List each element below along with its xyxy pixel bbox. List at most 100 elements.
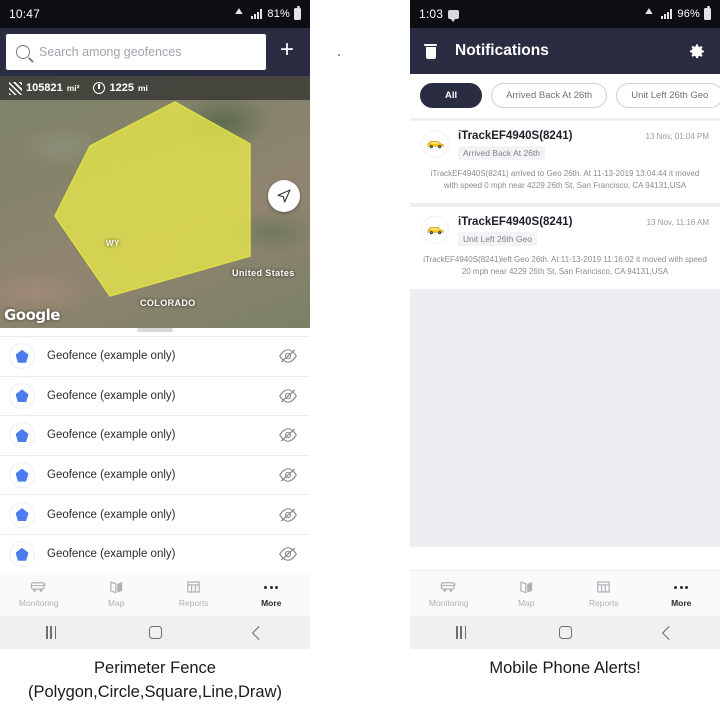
perimeter-stat: 1225 mi (93, 82, 148, 94)
tab-reports[interactable]: Reports (565, 571, 643, 616)
notification-title: iTrackEF4940S(8241) (458, 215, 573, 228)
map-icon (109, 581, 122, 594)
status-time: 10:47 (9, 7, 41, 21)
list-item[interactable]: Geofence (example only) (0, 533, 310, 574)
chip-arrived-back-at-26th[interactable]: Arrived Back At 26th (491, 83, 608, 108)
sheet-drag-handle[interactable] (137, 328, 173, 332)
geofence-list: Geofence (example only) Geofence (exampl… (0, 336, 310, 574)
car-icon (421, 130, 449, 158)
recents-icon[interactable] (46, 626, 57, 639)
battery-percent: 81% (267, 8, 290, 20)
tab-more[interactable]: More (643, 571, 720, 616)
tab-monitoring[interactable]: Monitoring (0, 571, 78, 616)
eye-off-icon[interactable] (279, 428, 297, 443)
tab-label: Map (517, 598, 535, 608)
car-glyph (426, 141, 444, 149)
tab-label: Monitoring (18, 598, 59, 608)
trash-icon[interactable] (424, 43, 437, 59)
navigate-arrow-glyph (277, 189, 291, 203)
signal-icon (661, 9, 673, 19)
car-icon (421, 215, 449, 244)
search-icon (16, 45, 30, 59)
wifi-icon (234, 9, 247, 19)
notification-list: iTrackEF4940S(8241) Arrived Back At 26th… (410, 118, 720, 547)
gear-glyph (690, 43, 704, 58)
status-time: 1:03 (419, 7, 444, 21)
comparison-figure: 10:47 81% Search among geofences + (0, 0, 720, 720)
eye-off-icon[interactable] (279, 507, 297, 522)
tab-reports[interactable]: Reports (155, 571, 233, 616)
map-icon (519, 581, 532, 594)
eye-off-icon[interactable] (279, 547, 297, 562)
right-phone-screenshot: 1:03 96% Notifications All Arrived Back … (410, 0, 720, 649)
geofence-pentagon-icon (9, 541, 35, 568)
area-unit: mi² (66, 83, 80, 93)
left-caption: Perimeter Fence (Polygon,Circle,Square,L… (0, 657, 310, 705)
battery-icon (704, 6, 711, 20)
eye-off-icon[interactable] (279, 349, 297, 364)
list-item[interactable]: Geofence (example only) (0, 375, 310, 416)
list-item[interactable]: Geofence (example only) (0, 415, 310, 455)
chip-all[interactable]: All (420, 83, 483, 108)
home-icon[interactable] (148, 626, 162, 639)
left-status-bar: 10:47 81% (0, 0, 310, 28)
google-attribution: Google (4, 306, 60, 324)
tab-label: Monitoring (428, 598, 469, 608)
map-label-wyoming: WY (106, 239, 120, 248)
signal-icon (251, 9, 263, 19)
geofence-pentagon-icon (9, 501, 35, 528)
search-placeholder: Search among geofences (39, 45, 182, 59)
geofence-label: Geofence (example only) (47, 350, 176, 363)
list-item[interactable]: Geofence (example only) (0, 336, 310, 376)
notification-title: iTrackEF4940S(8241) (458, 130, 573, 142)
map-measurements: 105821 mi² 1225 mi (0, 76, 310, 100)
tab-map[interactable]: Map (78, 571, 156, 616)
add-geofence-button[interactable]: + (272, 37, 302, 67)
left-bottom-tab-bar: Monitoring Map Reports More (0, 570, 310, 616)
page-title: Notifications (455, 42, 549, 59)
car-glyph (426, 226, 444, 234)
geofence-label: Geofence (example only) (47, 429, 176, 442)
tab-label: Map (107, 598, 125, 608)
area-value: 105821 (26, 82, 63, 94)
tab-label: Reports (588, 598, 619, 608)
recents-icon[interactable] (456, 626, 467, 639)
back-icon[interactable] (251, 625, 266, 640)
notification-card[interactable]: iTrackEF4940S(8241) Arrived Back At 26th… (410, 121, 720, 203)
bus-icon (31, 582, 47, 592)
geofence-pentagon-icon (9, 462, 35, 489)
geofence-label: Geofence (example only) (47, 548, 176, 561)
tab-map[interactable]: Map (488, 571, 566, 616)
navigate-arrow-icon[interactable] (268, 180, 300, 212)
list-item[interactable]: Geofence (example only) (0, 494, 310, 534)
geofence-bottom-sheet: Geofence (example only) Geofence (exampl… (0, 328, 310, 574)
search-input[interactable]: Search among geofences (6, 34, 266, 70)
chip-unit-left-26th-geo[interactable]: Unit Left 26th Geo (616, 83, 720, 108)
notification-card[interactable]: iTrackEF4940S(8241) Unit Left 26th Geo 1… (410, 206, 720, 289)
eye-off-icon[interactable] (279, 468, 297, 482)
geofence-polygon[interactable] (0, 76, 310, 328)
wifi-icon (644, 9, 657, 19)
tab-more[interactable]: More (233, 571, 311, 616)
right-caption-line1: Mobile Phone Alerts! (489, 659, 641, 677)
left-caption-line2: (Polygon,Circle,Square,Line,Draw) (27, 682, 283, 701)
map-view[interactable]: 105821 mi² 1225 mi WY UT Google (0, 76, 310, 328)
battery-icon (294, 6, 301, 20)
more-dots-icon (264, 579, 279, 595)
geofence-pentagon-icon (9, 382, 35, 409)
geofence-pentagon-icon (9, 422, 35, 449)
home-icon[interactable] (558, 626, 572, 639)
status-badge: Unit Left 26th Geo (458, 231, 537, 246)
right-android-nav-bar (410, 616, 720, 649)
tab-label: More (261, 598, 282, 608)
back-icon[interactable] (661, 625, 676, 640)
gear-icon[interactable] (689, 43, 706, 60)
notification-description: iTrackEF4940S(8241)left Geo 26th. At 11-… (423, 254, 707, 277)
list-item[interactable]: Geofence (example only) (0, 454, 310, 495)
tab-monitoring[interactable]: Monitoring (410, 571, 488, 616)
eye-off-icon[interactable] (279, 388, 297, 403)
right-caption: Mobile Phone Alerts! (410, 657, 720, 681)
perimeter-unit: mi (137, 83, 148, 93)
perimeter-clock-icon (93, 82, 106, 94)
notification-description: iTrackEF4940S(8241) arrived to Geo 26th.… (430, 169, 700, 191)
